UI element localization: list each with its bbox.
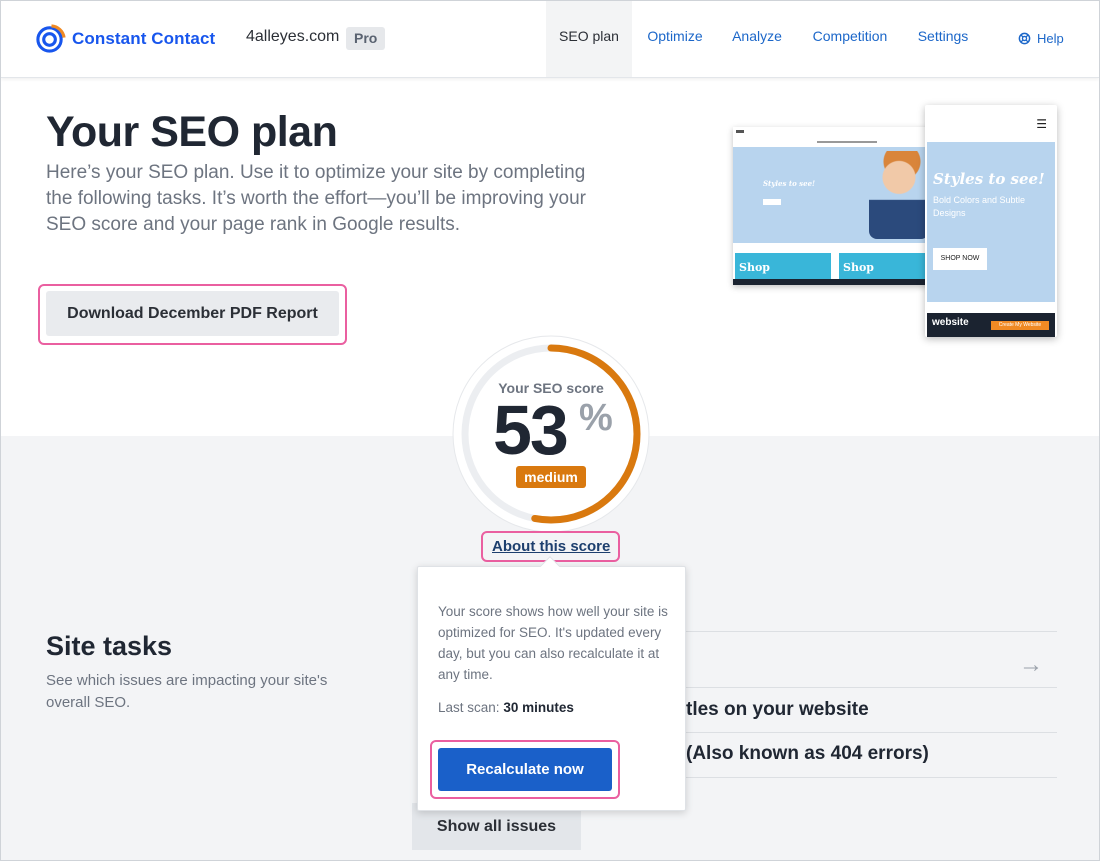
mobile-preview-headline: Styles to see! — [933, 170, 1045, 188]
nav-optimize[interactable]: Optimize — [641, 1, 709, 77]
nav-analyze[interactable]: Analyze — [725, 1, 789, 77]
top-navigation-bar: Constant Contact 4alleyes.com Pro SEO pl… — [1, 1, 1099, 78]
hamburger-menu-icon: ☰ — [1036, 117, 1047, 131]
mobile-preview-shop-button: SHOP NOW — [933, 248, 987, 270]
mobile-preview-hero: Styles to see! Bold Colors and Subtle De… — [927, 142, 1055, 302]
last-scan-value: 30 minutes — [503, 700, 574, 715]
task-divider — [681, 631, 1057, 632]
plan-badge: Pro — [346, 27, 386, 50]
help-label: Help — [1037, 31, 1064, 46]
last-scan-label: Last scan: — [438, 700, 500, 715]
mobile-preview-footer: website Create My Website — [927, 313, 1055, 337]
desktop-preview-button — [763, 199, 781, 205]
lifebuoy-icon — [1018, 32, 1031, 45]
app-frame: Constant Contact 4alleyes.com Pro SEO pl… — [0, 0, 1100, 861]
arrow-right-icon[interactable]: → — [1019, 651, 1043, 679]
desktop-preview-shop-tile: Shop — [735, 253, 831, 279]
task-divider — [681, 732, 1057, 733]
site-tasks-title: Site tasks — [46, 631, 173, 661]
desktop-preview-shop-tile: Shop — [839, 253, 933, 279]
desktop-site-preview: Styles to see! Shop Shop — [733, 127, 933, 285]
task-divider — [681, 777, 1057, 778]
model-photo — [869, 151, 929, 239]
shop-tile-label: Shop — [739, 261, 770, 274]
page-title: Your SEO plan — [46, 108, 338, 156]
intro-text: Here’s your SEO plan. Use it to optimize… — [46, 162, 586, 235]
desktop-preview-footer — [733, 279, 933, 285]
task-divider — [681, 687, 1057, 688]
mobile-preview-cta: Create My Website — [991, 321, 1049, 330]
website-builder-logo: website — [932, 317, 969, 328]
site-tasks-description: See which issues are impacting your site… — [46, 672, 328, 711]
constant-contact-logo-icon — [36, 24, 66, 53]
nav-seo-plan[interactable]: SEO plan — [546, 1, 632, 77]
seo-score-gauge: Your SEO score 53 % medium — [452, 335, 650, 533]
site-name: 4alleyes.com — [246, 28, 340, 45]
about-this-score-link[interactable]: About this score — [492, 538, 610, 555]
highlight-outline-download — [38, 284, 347, 345]
shop-tile-label: Shop — [843, 261, 874, 274]
popover-description: Your score shows how well your site is o… — [438, 604, 668, 682]
about-score-popover: Your score shows how well your site is o… — [417, 556, 686, 811]
desktop-preview-nav — [733, 127, 933, 147]
desktop-preview-tagline: Styles to see! — [763, 179, 816, 188]
last-scan-info: Last scan: 30 minutes — [438, 700, 574, 715]
mobile-site-preview: ☰ Styles to see! Bold Colors and Subtle … — [925, 105, 1057, 337]
help-link[interactable]: Help — [1018, 31, 1064, 46]
desktop-preview-hero: Styles to see! — [733, 147, 933, 243]
score-value: 53 — [493, 391, 569, 469]
score-rating-badge: medium — [516, 466, 586, 488]
task-item[interactable]: tles on your website — [686, 699, 869, 721]
score-unit: % — [579, 397, 613, 439]
brand-logo[interactable]: Constant Contact — [35, 23, 215, 54]
mobile-preview-subline: Bold Colors and Subtle Designs — [933, 195, 1026, 218]
brand-name: Constant Contact — [72, 28, 216, 48]
highlight-outline-recalculate — [430, 740, 620, 799]
nav-settings[interactable]: Settings — [911, 1, 975, 77]
nav-competition[interactable]: Competition — [806, 1, 894, 77]
task-item[interactable]: (Also known as 404 errors) — [686, 743, 929, 765]
